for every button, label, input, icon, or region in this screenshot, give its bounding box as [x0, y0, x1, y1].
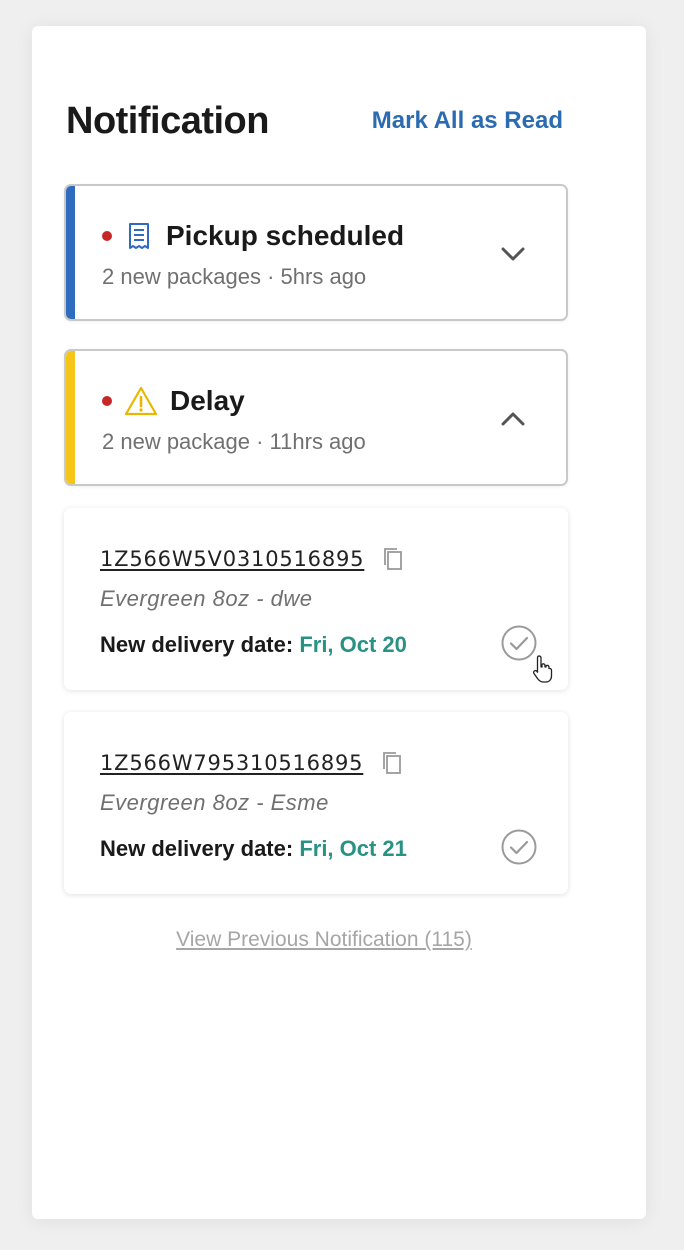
notification-group-delay[interactable]: Delay 2 new package · 11hrs ago: [64, 349, 568, 486]
chevron-up-icon[interactable]: [498, 404, 528, 434]
receipt-icon: [124, 221, 154, 251]
copy-icon[interactable]: [381, 750, 403, 776]
delivery-date-value: Fri, Oct 20: [299, 632, 407, 657]
mark-read-check-icon[interactable]: [500, 828, 538, 866]
delivery-date-label: New delivery date:: [100, 836, 300, 861]
tracking-number-link[interactable]: 1Z566W5V0310516895: [100, 547, 364, 571]
mark-all-read-link[interactable]: Mark All as Read: [372, 107, 563, 135]
notification-header: Notification Mark All as Read: [66, 96, 563, 146]
group-title: Pickup scheduled: [166, 220, 405, 251]
view-previous-notifications-link[interactable]: View Previous Notification (115): [176, 928, 472, 951]
warning-icon: [124, 386, 158, 416]
unread-dot: [102, 396, 112, 406]
package-card: 1Z566W795310516895 Evergreen 8oz - Esme …: [64, 712, 568, 894]
group-subtitle: 2 new package · 11hrs ago: [102, 429, 366, 454]
view-previous-container: View Previous Notification (115): [0, 928, 684, 952]
product-name: Evergreen 8oz - Esme: [100, 790, 329, 815]
package-card: 1Z566W5V0310516895 Evergreen 8oz - dwe N…: [64, 508, 568, 690]
page-title: Notification: [66, 99, 269, 142]
tracking-number-link[interactable]: 1Z566W795310516895: [100, 751, 363, 775]
delivery-date-label: New delivery date:: [100, 632, 300, 657]
copy-icon[interactable]: [382, 546, 404, 572]
accent-bar: [66, 351, 75, 484]
group-title: Delay: [170, 385, 245, 416]
mouse-cursor-icon: [532, 654, 554, 684]
delivery-date-row: New delivery date: Fri, Oct 20: [100, 632, 407, 658]
delivery-date-row: New delivery date: Fri, Oct 21: [100, 836, 407, 862]
group-subtitle: 2 new packages · 5hrs ago: [102, 264, 367, 289]
delivery-date-value: Fri, Oct 21: [299, 836, 407, 861]
chevron-down-icon[interactable]: [498, 239, 528, 269]
product-name: Evergreen 8oz - dwe: [100, 586, 313, 611]
accent-bar: [66, 186, 75, 319]
notification-group-pickup[interactable]: Pickup scheduled 2 new packages · 5hrs a…: [64, 184, 568, 321]
unread-dot: [102, 231, 112, 241]
